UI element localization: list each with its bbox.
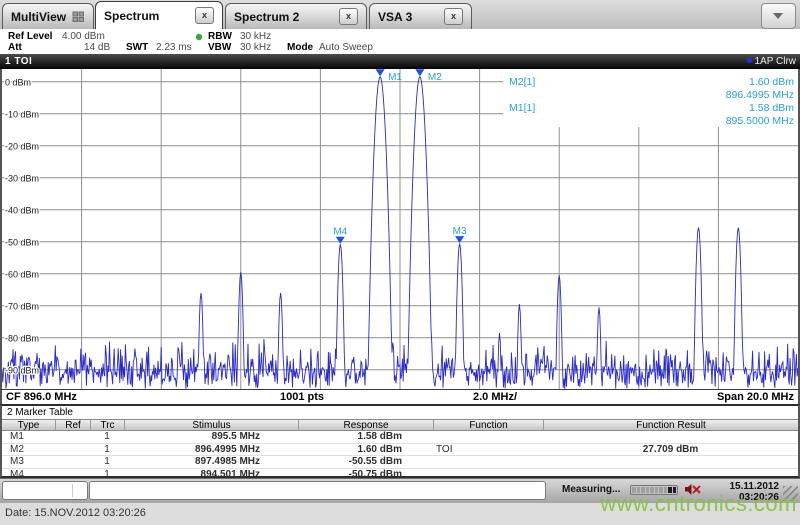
svg-text:M4: M4 — [333, 227, 347, 238]
trace-info[interactable]: 1AP Clrw — [746, 54, 797, 69]
tab-multiview[interactable]: MultiView — [2, 3, 94, 29]
spectrum-plot[interactable]: M1 M2 M3 M4 0 dBm -10 dBm -20 dBm -30 dBm -40 dB… — [0, 69, 800, 389]
frequency-axis-bar: CF 896.0 MHz 1001 pts 2.0 MHz/ Span 20.0… — [0, 389, 800, 404]
tab-vsa3-label: VSA 3 — [378, 9, 413, 24]
svg-text:1.58 dBm: 1.58 dBm — [749, 102, 794, 114]
swt-value[interactable]: 2.23 ms — [156, 42, 192, 53]
svg-text:-60 dBm: -60 dBm — [5, 269, 39, 279]
ref-level-value[interactable]: 4.00 dBm — [62, 31, 105, 42]
marker-table-header: Type Ref Trc Stimulus Response Function … — [2, 419, 798, 431]
center-frequency[interactable]: CF 896.0 MHz — [6, 391, 77, 404]
swt-label: SWT — [126, 42, 149, 53]
close-icon[interactable]: x — [339, 8, 358, 25]
col-function-result: Function Result — [543, 420, 798, 431]
tab-spectrum-label: Spectrum — [104, 8, 160, 23]
tab-overflow-dropdown-button[interactable] — [761, 3, 796, 29]
col-ref: Ref — [55, 420, 90, 431]
vbw-value[interactable]: 30 kHz — [240, 42, 271, 53]
analyzer-screen: MultiView Spectrum x Spectrum 2 x VSA 3 … — [0, 0, 800, 525]
table-row[interactable]: M1 1 895.5 MHz 1.58 dBm — [2, 431, 798, 444]
att-value[interactable]: 14 dB — [84, 42, 110, 53]
tab-spectrum[interactable]: Spectrum x — [95, 1, 223, 29]
ref-level-label: Ref Level — [8, 31, 53, 42]
svg-text:-20 dBm: -20 dBm — [5, 141, 39, 151]
hardcopy-date: Date: 15.NOV.2012 03:20:26 — [5, 507, 146, 519]
svg-text:-80 dBm: -80 dBm — [5, 333, 39, 343]
watermark-text: www.cntronics.com — [600, 491, 797, 516]
chevron-down-icon — [773, 13, 783, 19]
col-stimulus: Stimulus — [124, 420, 298, 431]
window-title-bar: 1 TOI 1AP Clrw — [0, 54, 800, 69]
rbw-label: RBW — [208, 31, 232, 42]
sweep-status-led — [196, 34, 202, 40]
svg-text:1.60 dBm: 1.60 dBm — [749, 76, 794, 88]
trace-dot-icon — [746, 58, 752, 63]
tab-spectrum2[interactable]: Spectrum 2 x — [225, 3, 367, 29]
svg-text:-10 dBm: -10 dBm — [5, 109, 39, 119]
table-row[interactable]: M3 1 897.4985 MHz -50.55 dBm — [2, 456, 798, 469]
window-title: 1 TOI — [5, 56, 33, 67]
span-value[interactable]: Span 20.0 MHz — [717, 391, 794, 404]
col-type: Type — [17, 420, 40, 431]
vbw-label: VBW — [208, 42, 232, 53]
svg-text:-50 dBm: -50 dBm — [5, 237, 39, 247]
tab-vsa3[interactable]: VSA 3 x — [369, 3, 472, 29]
svg-text:896.4995 MHz: 896.4995 MHz — [726, 89, 794, 101]
svg-text:0 dBm: 0 dBm — [5, 77, 31, 87]
close-icon[interactable]: x — [195, 7, 214, 24]
svg-text:-70 dBm: -70 dBm — [5, 301, 39, 311]
spectrum-plot-svg: M1 M2 M3 M4 0 dBm -10 dBm -20 dBm -30 dBm -40 dB… — [1, 69, 799, 389]
status-field-left — [2, 481, 88, 500]
sweep-points: 1001 pts — [279, 391, 325, 403]
svg-text:-40 dBm: -40 dBm — [5, 205, 39, 215]
col-trc: Trc — [90, 420, 124, 431]
settings-bar: Ref Level 4.00 dBm RBW 30 kHz Att 14 dB … — [0, 29, 800, 54]
tab-bar: MultiView Spectrum x Spectrum 2 x VSA 3 … — [0, 0, 800, 29]
status-field-message — [89, 481, 546, 500]
marker-table-window: 2 Marker Table Type Ref Trc Stimulus Res… — [0, 404, 800, 480]
svg-text:M1[1]: M1[1] — [509, 102, 535, 114]
att-label: Att — [8, 42, 22, 53]
svg-text:M2[1]: M2[1] — [509, 76, 535, 88]
col-response: Response — [298, 420, 433, 431]
rbw-value[interactable]: 30 kHz — [240, 31, 271, 42]
svg-text:M1: M1 — [388, 72, 402, 83]
table-row[interactable]: M2 1 896.4995 MHz 1.60 dBm TOI 27.709 dB… — [2, 444, 798, 457]
mode-value[interactable]: Auto Sweep — [319, 42, 373, 53]
svg-text:-90 dBm: -90 dBm — [5, 365, 39, 375]
trace-label: 1AP Clrw — [754, 56, 797, 67]
col-function: Function — [433, 420, 543, 431]
marker-table-title: 2 Marker Table — [7, 407, 73, 418]
close-icon[interactable]: x — [444, 8, 463, 25]
svg-text:895.5000 MHz: 895.5000 MHz — [726, 115, 794, 127]
svg-text:-30 dBm: -30 dBm — [5, 173, 39, 183]
multiview-grid-icon — [72, 11, 85, 23]
scale-per-div: 2.0 MHz/ — [472, 391, 517, 403]
mode-label: Mode — [287, 42, 314, 53]
tab-multiview-label: MultiView — [11, 9, 67, 24]
svg-text:M3: M3 — [453, 226, 467, 237]
tab-spectrum2-label: Spectrum 2 — [234, 9, 300, 24]
svg-text:M2: M2 — [428, 72, 442, 83]
